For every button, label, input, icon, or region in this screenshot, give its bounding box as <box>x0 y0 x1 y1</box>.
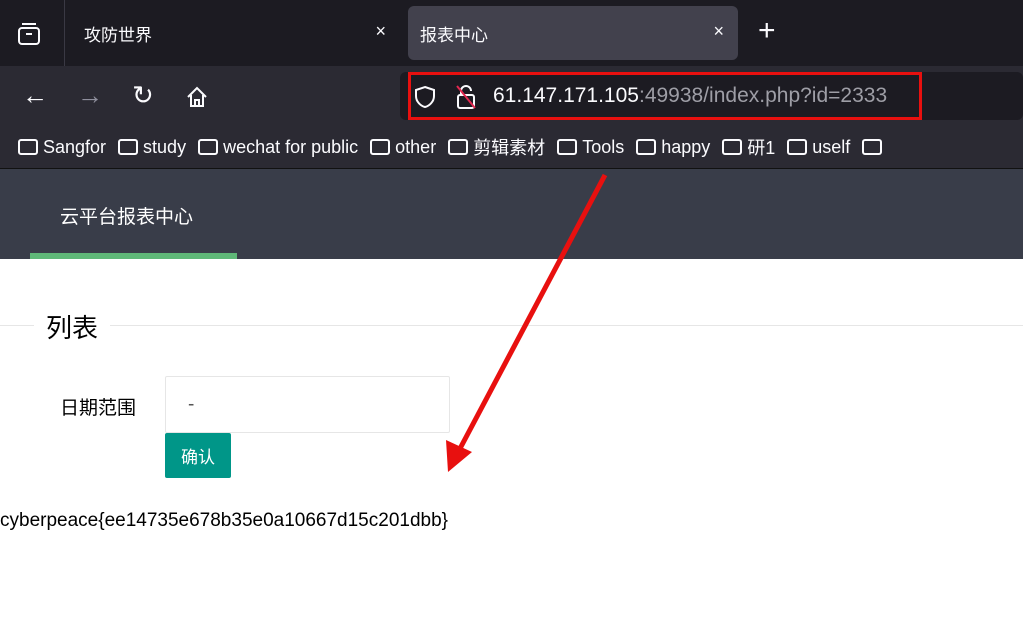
annotation-arrow <box>446 173 608 472</box>
arrow-head <box>446 440 472 472</box>
arrow-shaft <box>452 173 608 460</box>
